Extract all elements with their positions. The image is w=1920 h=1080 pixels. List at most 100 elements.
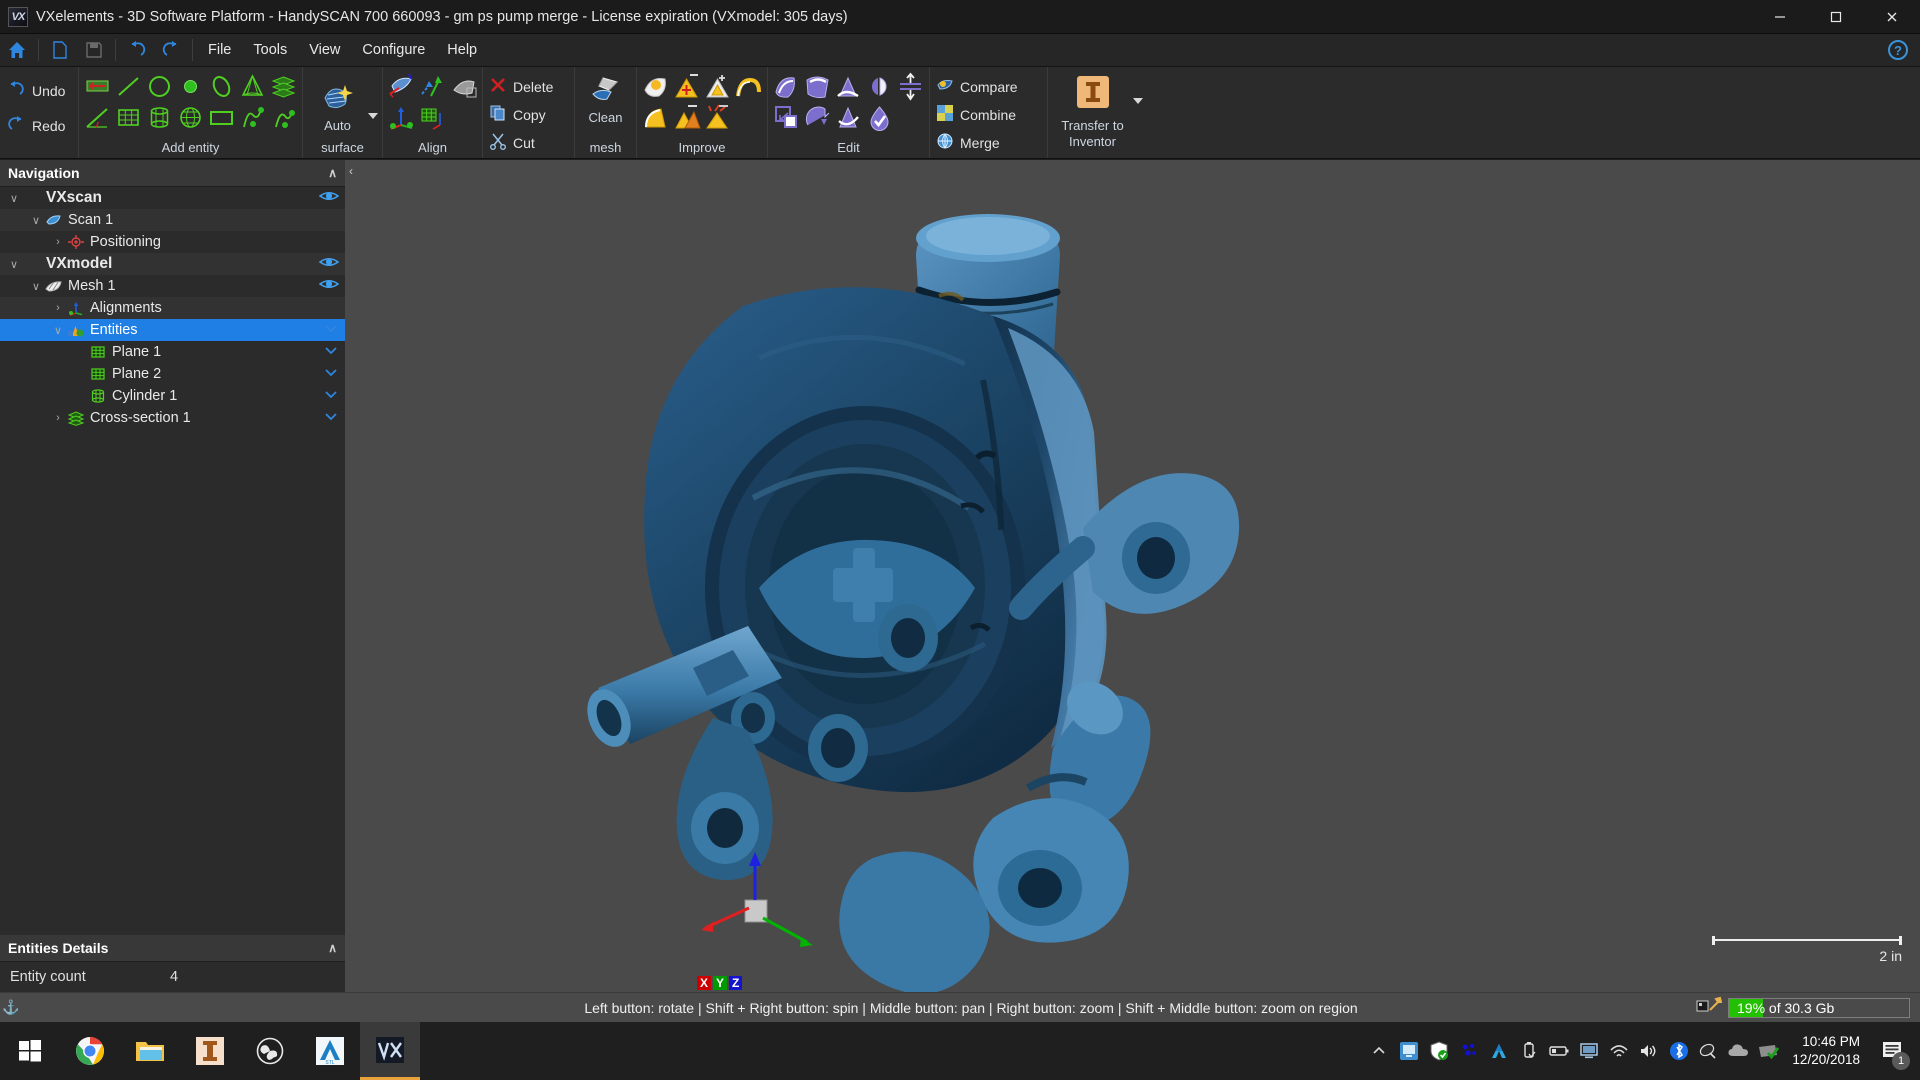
visibility-chevron-icon[interactable]	[323, 366, 339, 382]
clean-mesh-button[interactable]: Clean	[579, 72, 632, 125]
chevron-down-icon[interactable]: ∨	[28, 214, 44, 227]
fill-hole-icon[interactable]	[641, 72, 670, 101]
chevron-right-icon[interactable]: ›	[50, 412, 66, 424]
autodesk-tray-icon[interactable]	[1484, 1022, 1514, 1080]
onedrive-icon[interactable]	[1724, 1022, 1754, 1080]
update-check-icon[interactable]	[1754, 1022, 1784, 1080]
stack-entity-icon[interactable]	[269, 72, 298, 101]
cut-button[interactable]: Cut	[487, 129, 541, 156]
transfer-to-inventor-button[interactable]: Transfer to Inventor	[1052, 72, 1133, 148]
undo-button[interactable]: Undo	[4, 77, 71, 104]
tree-item-positioning[interactable]: › Positioning	[0, 231, 345, 253]
chevron-down-icon[interactable]: ∨	[6, 192, 22, 205]
entities-details-header[interactable]: Entities Details ∧	[0, 935, 345, 962]
entities-details-collapse-icon[interactable]: ∧	[328, 941, 337, 955]
visibility-eye-icon[interactable]	[318, 277, 340, 295]
entity-align-icon[interactable]	[418, 72, 447, 101]
circle-entity-icon[interactable]	[145, 72, 174, 101]
chevron-down-icon[interactable]: ∨	[28, 280, 44, 293]
align-vertical-icon[interactable]	[896, 72, 925, 101]
file-explorer-task[interactable]	[120, 1022, 180, 1080]
redo-nav-icon[interactable]	[156, 37, 186, 63]
merge-button[interactable]: Merge	[934, 129, 1006, 156]
obs-task[interactable]	[240, 1022, 300, 1080]
remove-triangles-icon[interactable]	[672, 103, 701, 132]
polyline-entity-icon[interactable]	[269, 103, 298, 132]
tree-item-cross-section-1[interactable]: › Cross-section 1	[0, 407, 345, 429]
extend-surface-icon[interactable]	[803, 72, 832, 101]
tray-up-arrow-icon[interactable]	[1364, 1022, 1394, 1080]
distance-entity-icon[interactable]	[83, 72, 112, 101]
flatten-icon[interactable]	[834, 103, 863, 132]
visibility-chevron-icon[interactable]	[323, 322, 339, 338]
start-button[interactable]	[0, 1022, 60, 1080]
cylinder-entity-icon[interactable]	[145, 103, 174, 132]
add-triangles-icon[interactable]	[703, 72, 732, 101]
tree-item-entities[interactable]: ∨ Entities	[0, 319, 345, 341]
rectangle-entity-icon[interactable]	[207, 103, 236, 132]
grid-align-icon[interactable]	[418, 103, 447, 132]
display-icon[interactable]	[1574, 1022, 1604, 1080]
panel-collapse-handle[interactable]: ‹	[345, 160, 357, 182]
volume-icon[interactable]	[1634, 1022, 1664, 1080]
visibility-eye-icon[interactable]	[318, 255, 340, 273]
combine-button[interactable]: Combine	[934, 101, 1022, 128]
rotate-icon[interactable]	[803, 103, 832, 132]
bluetooth-devices-icon[interactable]	[1454, 1022, 1484, 1080]
tree-item-cylinder-1[interactable]: Cylinder 1	[0, 385, 345, 407]
scale-icon[interactable]	[772, 103, 801, 132]
wifi-icon[interactable]	[1604, 1022, 1634, 1080]
line-entity-icon[interactable]	[114, 72, 143, 101]
validate-icon[interactable]	[865, 103, 894, 132]
ellipse-entity-icon[interactable]	[207, 72, 236, 101]
copy-button[interactable]: Copy	[487, 101, 552, 128]
menu-configure[interactable]: Configure	[351, 38, 436, 62]
tree-item-plane-2[interactable]: Plane 2	[0, 363, 345, 385]
compare-button[interactable]: Compare	[934, 73, 1024, 100]
chevron-right-icon[interactable]: ›	[50, 236, 66, 248]
chevron-down-icon[interactable]: ∨	[6, 258, 22, 271]
tree-item-scan-1[interactable]: ∨ Scan 1	[0, 209, 345, 231]
home-icon[interactable]	[2, 37, 32, 63]
chrome-task[interactable]	[60, 1022, 120, 1080]
surface-match-icon[interactable]	[449, 72, 478, 101]
chevron-right-icon[interactable]: ›	[50, 302, 66, 314]
mirror-icon[interactable]	[865, 72, 894, 101]
angle-entity-icon[interactable]	[83, 103, 112, 132]
remote-desktop-icon[interactable]	[1394, 1022, 1424, 1080]
offset-surface-icon[interactable]	[772, 72, 801, 101]
maximize-button[interactable]	[1808, 0, 1864, 34]
datum-align-icon[interactable]	[387, 103, 416, 132]
plane-entity-icon[interactable]	[114, 103, 143, 132]
visibility-chevron-icon[interactable]	[323, 388, 339, 404]
navigation-collapse-icon[interactable]: ∧	[328, 166, 337, 180]
new-document-icon[interactable]	[45, 37, 75, 63]
tree-item-alignments[interactable]: › Alignments	[0, 297, 345, 319]
scanned-mesh-model[interactable]	[345, 160, 1920, 992]
curve-entity-icon[interactable]	[238, 103, 267, 132]
redo-button[interactable]: Redo	[4, 112, 71, 139]
point-entity-icon[interactable]	[176, 72, 205, 101]
sharpen-edges-icon[interactable]	[703, 103, 732, 132]
autodesk-task[interactable]: STL	[300, 1022, 360, 1080]
visibility-eye-icon[interactable]	[318, 189, 340, 207]
menu-view[interactable]: View	[298, 38, 351, 62]
smooth-surface-icon[interactable]	[641, 103, 670, 132]
bridge-icon[interactable]	[734, 72, 763, 101]
menu-help[interactable]: Help	[436, 38, 488, 62]
transfer-dropdown-icon[interactable]	[1133, 98, 1143, 104]
menu-file[interactable]: File	[197, 38, 242, 62]
sphere-entity-icon[interactable]	[176, 103, 205, 132]
best-fit-align-icon[interactable]	[387, 72, 416, 101]
taskbar-clock[interactable]: 10:46 PM 12/20/2018	[1784, 1022, 1872, 1080]
visibility-chevron-icon[interactable]	[323, 344, 339, 360]
auto-surface-dropdown-icon[interactable]	[368, 112, 378, 119]
decimate-icon[interactable]	[672, 72, 701, 101]
vxelements-task[interactable]	[360, 1022, 420, 1080]
tree-item-vxscan[interactable]: ∨ VXscan	[0, 187, 345, 209]
inventor-task[interactable]	[180, 1022, 240, 1080]
help-icon[interactable]: ?	[1888, 40, 1908, 60]
auto-surface-button[interactable]: Auto	[307, 80, 368, 133]
tree-item-mesh-1[interactable]: ∨ Mesh 1	[0, 275, 345, 297]
minimize-button[interactable]	[1752, 0, 1808, 34]
